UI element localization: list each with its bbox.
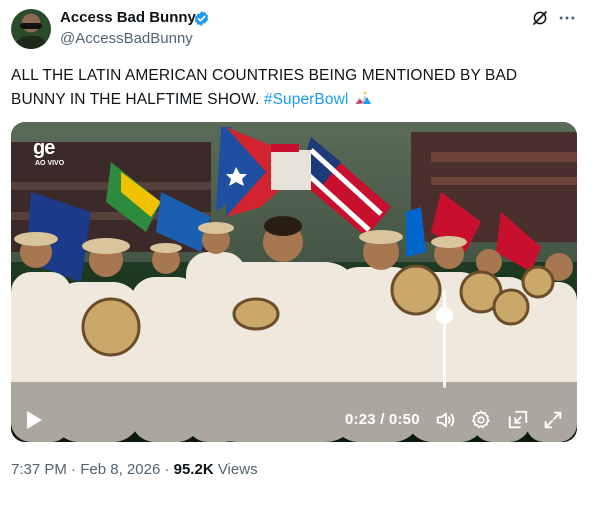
super-bowl-emoji-icon [354,91,371,104]
video-time: 0:23 / 0:50 [345,411,420,428]
author-handle[interactable]: @AccessBadBunny [60,30,193,47]
author-display-name[interactable]: Access Bad Bunny [60,9,196,26]
tweet-date[interactable]: Feb 8, 2026 [80,461,160,478]
meta-separator-2: · [164,461,170,478]
avatar[interactable] [11,9,51,49]
meta-separator: · [71,461,77,478]
avatar-shirt [15,36,47,49]
video-player[interactable]: ge AO VIVO 0:23 / 0:50 [11,122,577,442]
hashtag-link[interactable]: #SuperBowl [264,91,349,108]
picture-in-picture-icon[interactable] [507,409,529,431]
views-label: Views [217,461,258,478]
channel-logo: ge [33,137,55,159]
settings-gear-icon[interactable] [470,409,492,431]
verified-badge-icon [194,11,209,26]
volume-slider-knob[interactable] [436,306,453,324]
avatar-glasses [20,23,42,29]
tweet-time[interactable]: 7:37 PM [11,461,67,478]
video-frame [11,122,577,442]
fullscreen-icon[interactable] [542,409,564,431]
grok-icon[interactable] [531,9,549,27]
more-options-icon[interactable] [557,8,577,28]
views-count[interactable]: 95.2K [174,461,214,478]
volume-slider-track[interactable] [443,290,446,388]
volume-icon[interactable] [435,409,457,431]
channel-live-label: AO VIVO [35,160,65,167]
tweet-text: ALL THE LATIN AMERICAN COUNTRIES BEING M… [11,64,571,112]
play-icon[interactable] [25,410,43,430]
tweet-meta: 7:37 PM · Feb 8, 2026 · 95.2K Views [11,461,258,478]
